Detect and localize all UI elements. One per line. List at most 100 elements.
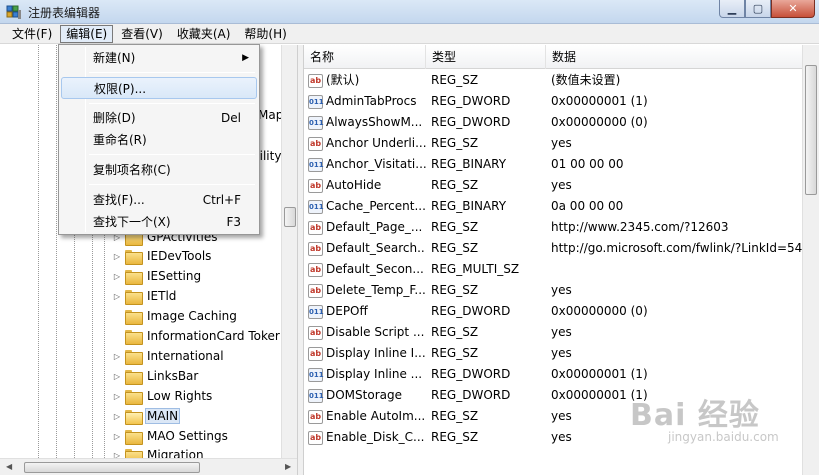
menu-separator [89, 72, 255, 73]
string-value-icon: ab [308, 409, 323, 424]
maximize-button[interactable]: ▢ [745, 0, 771, 18]
value-type: REG_DWORD [431, 94, 511, 108]
expand-arrow-icon[interactable]: ▷ [112, 372, 122, 381]
value-type: REG_SZ [431, 73, 479, 87]
string-value-icon: ab [308, 430, 323, 445]
value-name-cell: ab Enable_Disk_C... [308, 427, 426, 448]
value-type: REG_BINARY [431, 157, 507, 171]
folder-icon [125, 369, 143, 385]
value-row[interactable]: ab (默认) REG_SZ (数值未设置) [304, 70, 804, 91]
folder-icon [125, 349, 143, 365]
expand-arrow-icon[interactable]: ▷ [112, 272, 122, 281]
close-button[interactable]: ✕ [771, 0, 815, 18]
value-row[interactable]: ab Enable AutoIm... REG_SZ yes [304, 406, 804, 427]
menu-item-label: 查找(F)... [93, 193, 145, 207]
values-vertical-scroll-thumb[interactable] [805, 65, 817, 195]
expand-arrow-icon[interactable]: ▷ [112, 412, 122, 421]
expand-arrow-icon[interactable]: ▷ [112, 432, 122, 441]
value-type: REG_BINARY [431, 199, 507, 213]
values-vertical-scrollbar[interactable] [802, 45, 819, 475]
string-value-icon: ab [308, 325, 323, 340]
tree-vertical-scroll-thumb[interactable] [284, 207, 296, 227]
value-row[interactable]: 011 Cache_Percent... REG_BINARY 0a 00 00 00 [304, 196, 804, 217]
binary-value-icon: 011 [308, 115, 324, 130]
menu-item-new[interactable]: 新建(N) ▶ [61, 47, 257, 69]
value-name-cell: 011 DOMStorage [308, 385, 426, 406]
tree-horizontal-scrollbar[interactable]: ◀ ▶ [0, 458, 297, 475]
value-row[interactable]: ab AutoHide REG_SZ yes [304, 175, 804, 196]
value-row[interactable]: 011 DOMStorage REG_DWORD 0x00000001 (1) [304, 385, 804, 406]
value-row[interactable]: ab Anchor Underli... REG_SZ yes [304, 133, 804, 154]
tree-node[interactable]: ▷ IESetting [112, 266, 203, 286]
folder-icon [125, 269, 143, 285]
value-name-cell: ab Enable AutoIm... [308, 406, 426, 427]
tree-node-label: LinksBar [147, 369, 199, 383]
value-row[interactable]: ab Default_Search... REG_SZ http://go.micro… [304, 238, 810, 259]
value-type: REG_SZ [431, 430, 479, 444]
window-controls: ▁ ▢ ✕ [719, 0, 815, 20]
value-row[interactable]: 011 DEPOff REG_DWORD 0x00000000 (0) [304, 301, 804, 322]
tree-node[interactable]: Image Caching [112, 306, 239, 326]
tree-node[interactable]: ▷ IEDevTools [112, 246, 213, 266]
scroll-right-arrow-icon[interactable]: ▶ [285, 462, 291, 471]
regedit-app-icon [6, 5, 21, 19]
value-data: 0x00000001 (1) [551, 367, 648, 381]
expand-arrow-icon[interactable]: ▷ [112, 352, 122, 361]
value-name-cell: 011 DEPOff [308, 301, 426, 322]
menu-item-find[interactable]: 查找(F)... Ctrl+F [61, 189, 257, 211]
tree-node[interactable]: ▷ IETld [112, 286, 178, 306]
menu-edit[interactable]: 编辑(E) [60, 24, 114, 43]
menu-item-copy-key-name[interactable]: 复制项名称(C) [61, 159, 257, 181]
tree-node-selected[interactable]: ▷ MAIN [112, 406, 181, 426]
expand-arrow-icon[interactable]: ▷ [112, 252, 122, 261]
menu-help[interactable]: 帮助(H) [238, 25, 292, 43]
tree-horizontal-scroll-thumb[interactable] [24, 462, 200, 473]
value-row[interactable]: ab Display Inline I... REG_SZ yes [304, 343, 804, 364]
string-value-icon: ab [308, 220, 323, 235]
value-row[interactable]: ab Default_Page_... REG_SZ http://www.2345.… [304, 217, 804, 238]
scroll-left-arrow-icon[interactable]: ◀ [6, 462, 12, 471]
expand-arrow-icon[interactable]: ▷ [112, 392, 122, 401]
menu-file[interactable]: 文件(F) [6, 25, 58, 43]
menu-item-permissions[interactable]: 权限(P)... [61, 77, 257, 99]
string-value-icon: ab [308, 346, 323, 361]
value-row[interactable]: 011 AdminTabProcs REG_DWORD 0x00000001 (1) [304, 91, 804, 112]
menu-item-shortcut: F3 [226, 215, 241, 229]
value-data: yes [551, 346, 572, 360]
tree-node-label: IEDevTools [147, 249, 212, 263]
menu-favorites[interactable]: 收藏夹(A) [171, 25, 237, 43]
tree-node[interactable]: ▷ LinksBar [112, 366, 200, 386]
menu-item-find-next[interactable]: 查找下一个(X) F3 [61, 211, 257, 233]
tree-node[interactable]: ▷ International [112, 346, 226, 366]
value-name-cell: ab (默认) [308, 70, 426, 91]
value-row[interactable]: 011 Anchor_Visitati... REG_BINARY 01 00 00 … [304, 154, 804, 175]
menu-item-delete[interactable]: 删除(D) Del [61, 107, 257, 129]
value-row[interactable]: ab Delete_Temp_F... REG_SZ yes [304, 280, 804, 301]
value-row[interactable]: ab Default_Secon... REG_MULTI_SZ [304, 259, 804, 280]
value-name: Display Inline ... [326, 367, 423, 381]
menu-view[interactable]: 查看(V) [115, 25, 169, 43]
value-row[interactable]: ab Disable Script ... REG_SZ yes [304, 322, 804, 343]
column-header-name[interactable]: 名称 [304, 45, 426, 69]
tree-node[interactable]: ▷ MAO Settings [112, 426, 230, 446]
minimize-button[interactable]: ▁ [719, 0, 745, 18]
value-type: REG_DWORD [431, 388, 511, 402]
tree-node-peek-text: Map [258, 108, 284, 122]
menu-item-rename[interactable]: 重命名(R) [61, 129, 257, 151]
maximize-icon: ▢ [752, 2, 764, 15]
registry-values-pane: 名称 类型 数据 ab (默认) REG_SZ (数值未设置) 011 AdminTabP… [303, 45, 819, 475]
value-row[interactable]: 011 Display Inline ... REG_DWORD 0x00000001… [304, 364, 804, 385]
value-name: Default_Secon... [326, 262, 424, 276]
value-name: Anchor Underli... [326, 136, 426, 150]
tree-node[interactable]: ▷ Low Rights [112, 386, 214, 406]
column-header-data[interactable]: 数据 [546, 45, 804, 69]
column-header-type[interactable]: 类型 [426, 45, 546, 69]
value-row[interactable]: 011 AlwaysShowM... REG_DWORD 0x00000000 (0) [304, 112, 804, 133]
value-name: Display Inline I... [326, 346, 426, 360]
menu-item-label: 权限(P)... [94, 82, 147, 96]
value-name-cell: ab AutoHide [308, 175, 426, 196]
expand-arrow-icon[interactable]: ▷ [112, 292, 122, 301]
tree-node[interactable]: InformationCard Toker [112, 326, 282, 346]
value-row[interactable]: ab Enable_Disk_C... REG_SZ yes [304, 427, 804, 448]
tree-vertical-scrollbar[interactable] [281, 45, 297, 458]
